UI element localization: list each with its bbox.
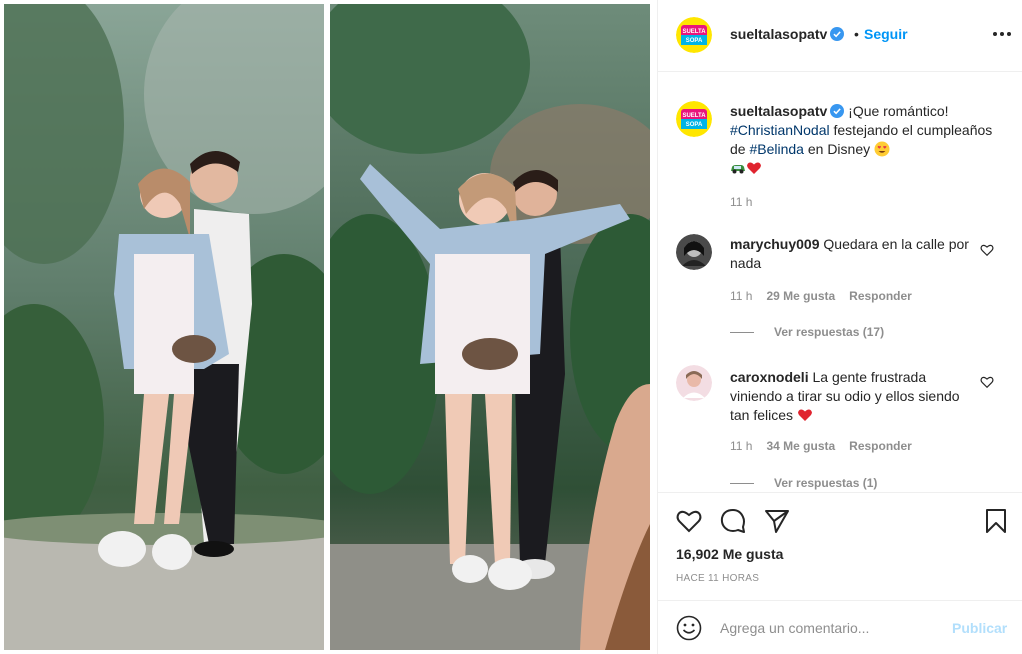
commenter-avatar[interactable] — [676, 234, 712, 270]
hashtag-link[interactable]: #ChristianNodal — [730, 122, 830, 138]
post-actions: 16,902 Me gusta HACE 11 HORAS — [658, 492, 1022, 600]
caption-text: sueltalasopatv ¡Que romántico! #Christia… — [730, 102, 1000, 178]
comment-icon[interactable] — [719, 507, 747, 535]
comment-time[interactable]: 11 h — [730, 289, 752, 303]
view-replies-label: Ver respuestas (17) — [774, 325, 885, 339]
replies-divider — [730, 483, 754, 485]
likes-count[interactable]: 16,902 Me gusta — [676, 546, 783, 562]
heart-icon[interactable] — [675, 507, 703, 535]
comment-username[interactable]: caroxnodeli — [730, 369, 809, 385]
share-icon[interactable] — [763, 507, 791, 535]
comment-likes[interactable]: 34 Me gusta — [766, 439, 835, 453]
comment-meta: 11 h 34 Me gusta Responder — [730, 439, 926, 453]
caption-avatar[interactable]: SUELTA SOPA — [676, 101, 712, 137]
comment-likes[interactable]: 29 Me gusta — [766, 289, 835, 303]
post-header: SUELTA SOPA sueltalasopatv • Seguir — [658, 0, 1022, 72]
svg-text:SOPA: SOPA — [686, 38, 703, 44]
author-username[interactable]: sueltalasopatv — [730, 26, 845, 42]
comments-list[interactable]: SUELTA SOPA sueltalasopatv ¡Que romántic… — [658, 73, 1022, 491]
comment-text: caroxnodeli La gente frustrada viniendo … — [730, 368, 970, 425]
heart-eyes-emoji — [874, 141, 890, 157]
comment-time[interactable]: 11 h — [730, 439, 752, 453]
post-side-panel: SUELTA SOPA sueltalasopatv • Seguir SUEL… — [657, 0, 1022, 654]
view-replies-label: Ver respuestas (1) — [774, 476, 878, 490]
caption-text-part-1: ¡Que romántico! — [848, 103, 949, 119]
photo-couple-left — [4, 4, 324, 650]
caption-timestamp[interactable]: 11 h — [730, 195, 752, 209]
svg-text:SUELTA: SUELTA — [682, 29, 706, 35]
heart-icon[interactable] — [980, 375, 994, 389]
svg-text:SUELTA: SUELTA — [682, 113, 706, 119]
author-avatar[interactable]: SUELTA SOPA — [676, 17, 712, 53]
separator-dot: • — [854, 26, 859, 42]
replies-divider — [730, 332, 754, 334]
post-media[interactable] — [0, 0, 656, 654]
view-replies-button[interactable]: Ver respuestas (17) — [730, 325, 884, 339]
instagram-post: SUELTA SOPA sueltalasopatv • Seguir SUEL… — [0, 0, 1022, 654]
smile-icon[interactable] — [676, 615, 702, 641]
reply-button[interactable]: Responder — [849, 439, 912, 453]
caption-text-part-3: en Disney — [803, 141, 875, 157]
svg-text:SOPA: SOPA — [686, 122, 703, 128]
comment-meta: 11 h 29 Me gusta Responder — [730, 289, 926, 303]
post-timestamp[interactable]: HACE 11 HORAS — [676, 573, 759, 584]
bookmark-icon[interactable] — [982, 507, 1010, 535]
hashtag-link[interactable]: #Belinda — [749, 141, 804, 157]
follow-button[interactable]: Seguir — [864, 26, 908, 42]
red-heart-emoji — [798, 409, 812, 421]
comment-input[interactable] — [720, 617, 930, 639]
verified-icon — [830, 104, 845, 118]
comment-text: marychuy009 Quedara en la calle por nada — [730, 235, 970, 273]
comment-username[interactable]: marychuy009 — [730, 236, 820, 252]
reply-button[interactable]: Responder — [849, 289, 912, 303]
commenter-avatar[interactable] — [676, 365, 712, 401]
verified-icon — [830, 27, 845, 41]
view-replies-button[interactable]: Ver respuestas (1) — [730, 476, 877, 490]
car-emoji — [731, 165, 745, 174]
caption-username[interactable]: sueltalasopatv — [730, 103, 827, 119]
red-heart-emoji — [747, 162, 761, 174]
add-comment-bar: Publicar — [658, 600, 1022, 654]
heart-icon[interactable] — [980, 243, 994, 257]
publish-button[interactable]: Publicar — [952, 620, 1007, 636]
photo-couple-right — [330, 4, 650, 650]
more-icon[interactable] — [990, 22, 1014, 46]
